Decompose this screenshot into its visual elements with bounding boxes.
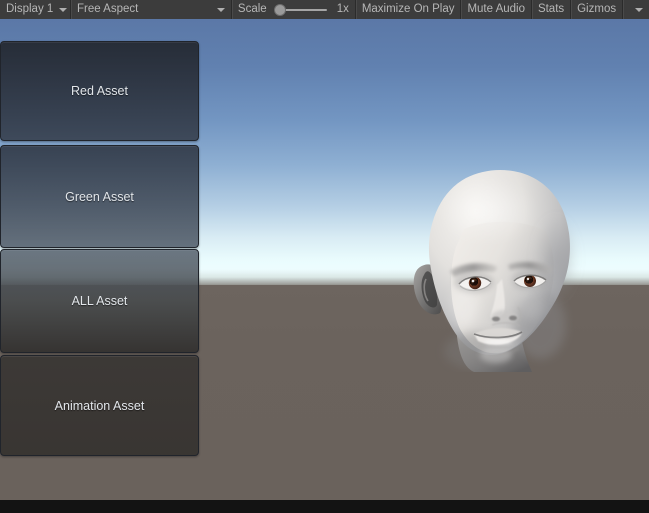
red-asset-button[interactable]: Red Asset <box>0 41 199 141</box>
scale-slider-knob[interactable] <box>273 3 286 16</box>
human-head-model <box>404 167 590 372</box>
scale-label: Scale <box>237 3 267 15</box>
chevron-down-icon <box>635 7 644 12</box>
animation-asset-button[interactable]: Animation Asset <box>0 355 199 456</box>
scale-value: 1x <box>336 3 349 15</box>
asset-button-panel: Red Asset Green Asset ALL Asset Animatio… <box>0 38 200 458</box>
stats-label: Stats <box>537 3 565 15</box>
scale-slider[interactable] <box>273 0 330 19</box>
scale-slider-track <box>282 9 327 11</box>
gizmos-dropdown[interactable] <box>623 0 649 19</box>
mute-audio-toggle[interactable]: Mute Audio <box>461 0 531 19</box>
red-asset-button-label: Red Asset <box>71 84 128 98</box>
maximize-on-play-label: Maximize On Play <box>361 3 455 15</box>
display-dropdown[interactable]: Display 1 <box>0 0 70 19</box>
game-view-toolbar: Display 1 Free Aspect Scale 1x Maximize … <box>0 0 649 20</box>
scale-control[interactable]: Scale 1x <box>232 0 355 19</box>
display-dropdown-label: Display 1 <box>6 3 54 15</box>
green-asset-button-label: Green Asset <box>65 189 134 204</box>
all-asset-button-label: ALL Asset <box>71 294 128 308</box>
aspect-ratio-dropdown[interactable]: Free Aspect <box>71 0 231 19</box>
gizmos-label: Gizmos <box>577 3 617 15</box>
chevron-down-icon <box>216 7 225 12</box>
animation-asset-button-label: Animation Asset <box>54 398 145 413</box>
mute-audio-label: Mute Audio <box>467 3 525 15</box>
maximize-on-play-toggle[interactable]: Maximize On Play <box>356 0 461 19</box>
unity-game-view-window: Display 1 Free Aspect Scale 1x Maximize … <box>0 0 649 513</box>
all-asset-button[interactable]: ALL Asset <box>0 249 199 353</box>
chevron-down-icon <box>59 7 68 12</box>
aspect-ratio-label: Free Aspect <box>76 3 139 15</box>
stats-toggle[interactable]: Stats <box>532 0 570 19</box>
green-asset-button[interactable]: Green Asset <box>0 145 199 248</box>
gizmos-button[interactable]: Gizmos <box>571 0 622 19</box>
game-render-surface[interactable]: Red Asset Green Asset ALL Asset Animatio… <box>0 19 649 500</box>
window-bottom-bar <box>0 500 649 513</box>
